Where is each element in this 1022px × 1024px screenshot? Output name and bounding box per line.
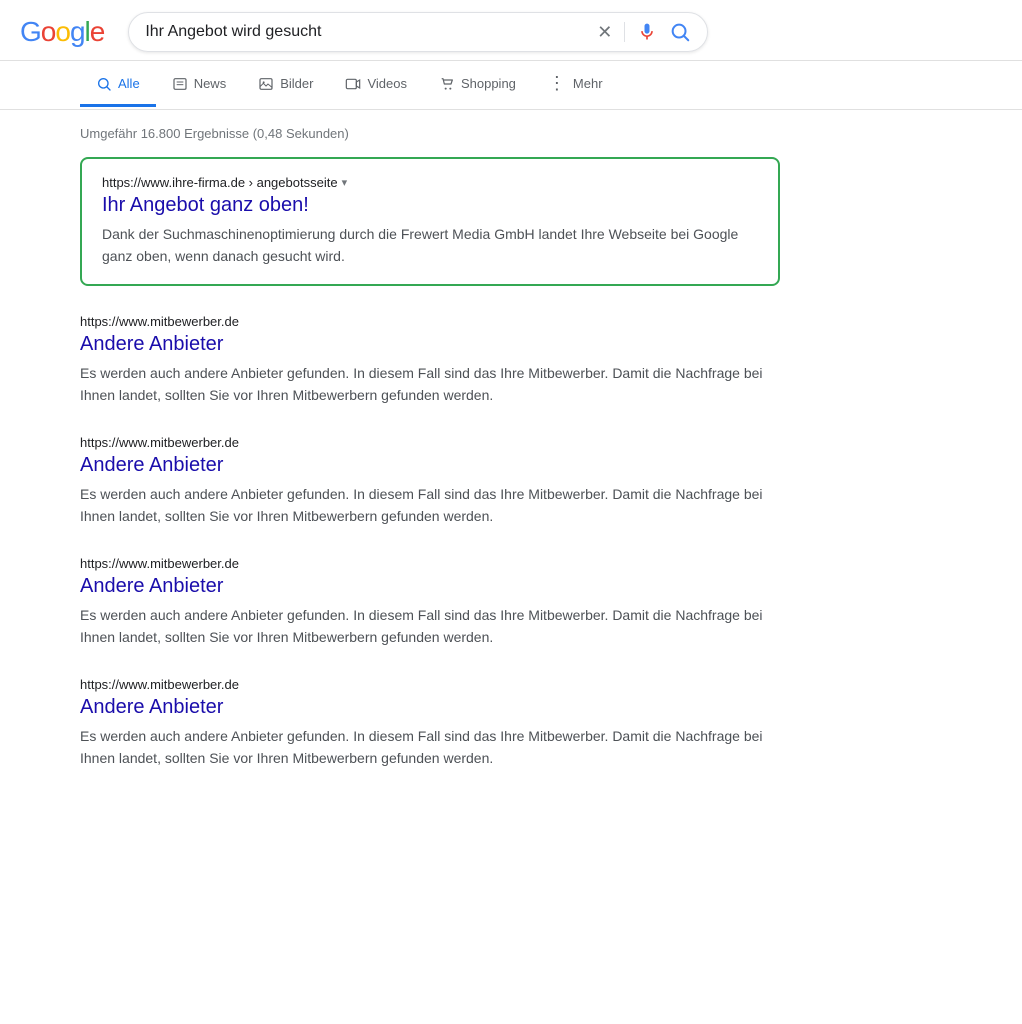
search-bar: ✕ (128, 12, 708, 52)
tab-shopping[interactable]: Shopping (423, 64, 532, 107)
shopping-tab-icon (439, 76, 455, 92)
google-logo[interactable]: Google (20, 16, 104, 48)
results-list: https://www.mitbewerber.de Andere Anbiet… (80, 314, 780, 770)
divider (624, 22, 625, 42)
result-title[interactable]: Andere Anbieter (80, 573, 780, 599)
tab-videos-label: Videos (367, 76, 407, 91)
search-icon[interactable] (669, 21, 691, 43)
tab-news-label: News (194, 76, 227, 91)
result-item: https://www.mitbewerber.de Andere Anbiet… (80, 556, 780, 649)
tab-news[interactable]: News (156, 64, 243, 107)
result-item: https://www.mitbewerber.de Andere Anbiet… (80, 435, 780, 528)
result-item: https://www.mitbewerber.de Andere Anbiet… (80, 314, 780, 407)
featured-result: https://www.ihre-firma.de › angebotsseit… (80, 157, 780, 286)
result-url: https://www.mitbewerber.de (80, 556, 780, 571)
result-item: https://www.mitbewerber.de Andere Anbiet… (80, 677, 780, 770)
result-snippet: Es werden auch andere Anbieter gefunden.… (80, 484, 780, 528)
results-area: Umgefähr 16.800 Ergebnisse (0,48 Sekunde… (0, 110, 860, 818)
search-icons: ✕ (597, 21, 691, 43)
tab-mehr[interactable]: ⋮ Mehr (532, 61, 619, 109)
dropdown-arrow-icon[interactable]: ▾ (342, 176, 348, 189)
result-snippet: Es werden auch andere Anbieter gefunden.… (80, 605, 780, 649)
tab-shopping-label: Shopping (461, 76, 516, 91)
mic-icon[interactable] (637, 22, 657, 42)
featured-snippet: Dank der Suchmaschinenoptimierung durch … (102, 224, 758, 268)
header: Google ✕ (0, 0, 1022, 61)
result-url: https://www.mitbewerber.de (80, 677, 780, 692)
tab-bilder-label: Bilder (280, 76, 313, 91)
tab-alle[interactable]: Alle (80, 64, 156, 107)
result-snippet: Es werden auch andere Anbieter gefunden.… (80, 363, 780, 407)
image-tab-icon (258, 76, 274, 92)
nav-tabs: Alle News Bilder Videos Shoppin (0, 61, 1022, 110)
result-snippet: Es werden auch andere Anbieter gefunden.… (80, 726, 780, 770)
news-tab-icon (172, 76, 188, 92)
search-input[interactable] (145, 23, 597, 41)
tab-alle-label: Alle (118, 76, 140, 91)
featured-title[interactable]: Ihr Angebot ganz oben! (102, 192, 758, 218)
result-title[interactable]: Andere Anbieter (80, 452, 780, 478)
results-count: Umgefähr 16.800 Ergebnisse (0,48 Sekunde… (80, 122, 780, 141)
featured-url: https://www.ihre-firma.de › angebotsseit… (102, 175, 758, 190)
more-dots-icon: ⋮ (548, 73, 567, 94)
result-title[interactable]: Andere Anbieter (80, 694, 780, 720)
result-title[interactable]: Andere Anbieter (80, 331, 780, 357)
tab-bilder[interactable]: Bilder (242, 64, 329, 107)
result-url: https://www.mitbewerber.de (80, 435, 780, 450)
result-url: https://www.mitbewerber.de (80, 314, 780, 329)
tab-videos[interactable]: Videos (329, 64, 423, 107)
search-tab-icon (96, 76, 112, 92)
clear-icon[interactable]: ✕ (597, 22, 612, 43)
video-tab-icon (345, 76, 361, 92)
tab-mehr-label: Mehr (573, 76, 603, 91)
